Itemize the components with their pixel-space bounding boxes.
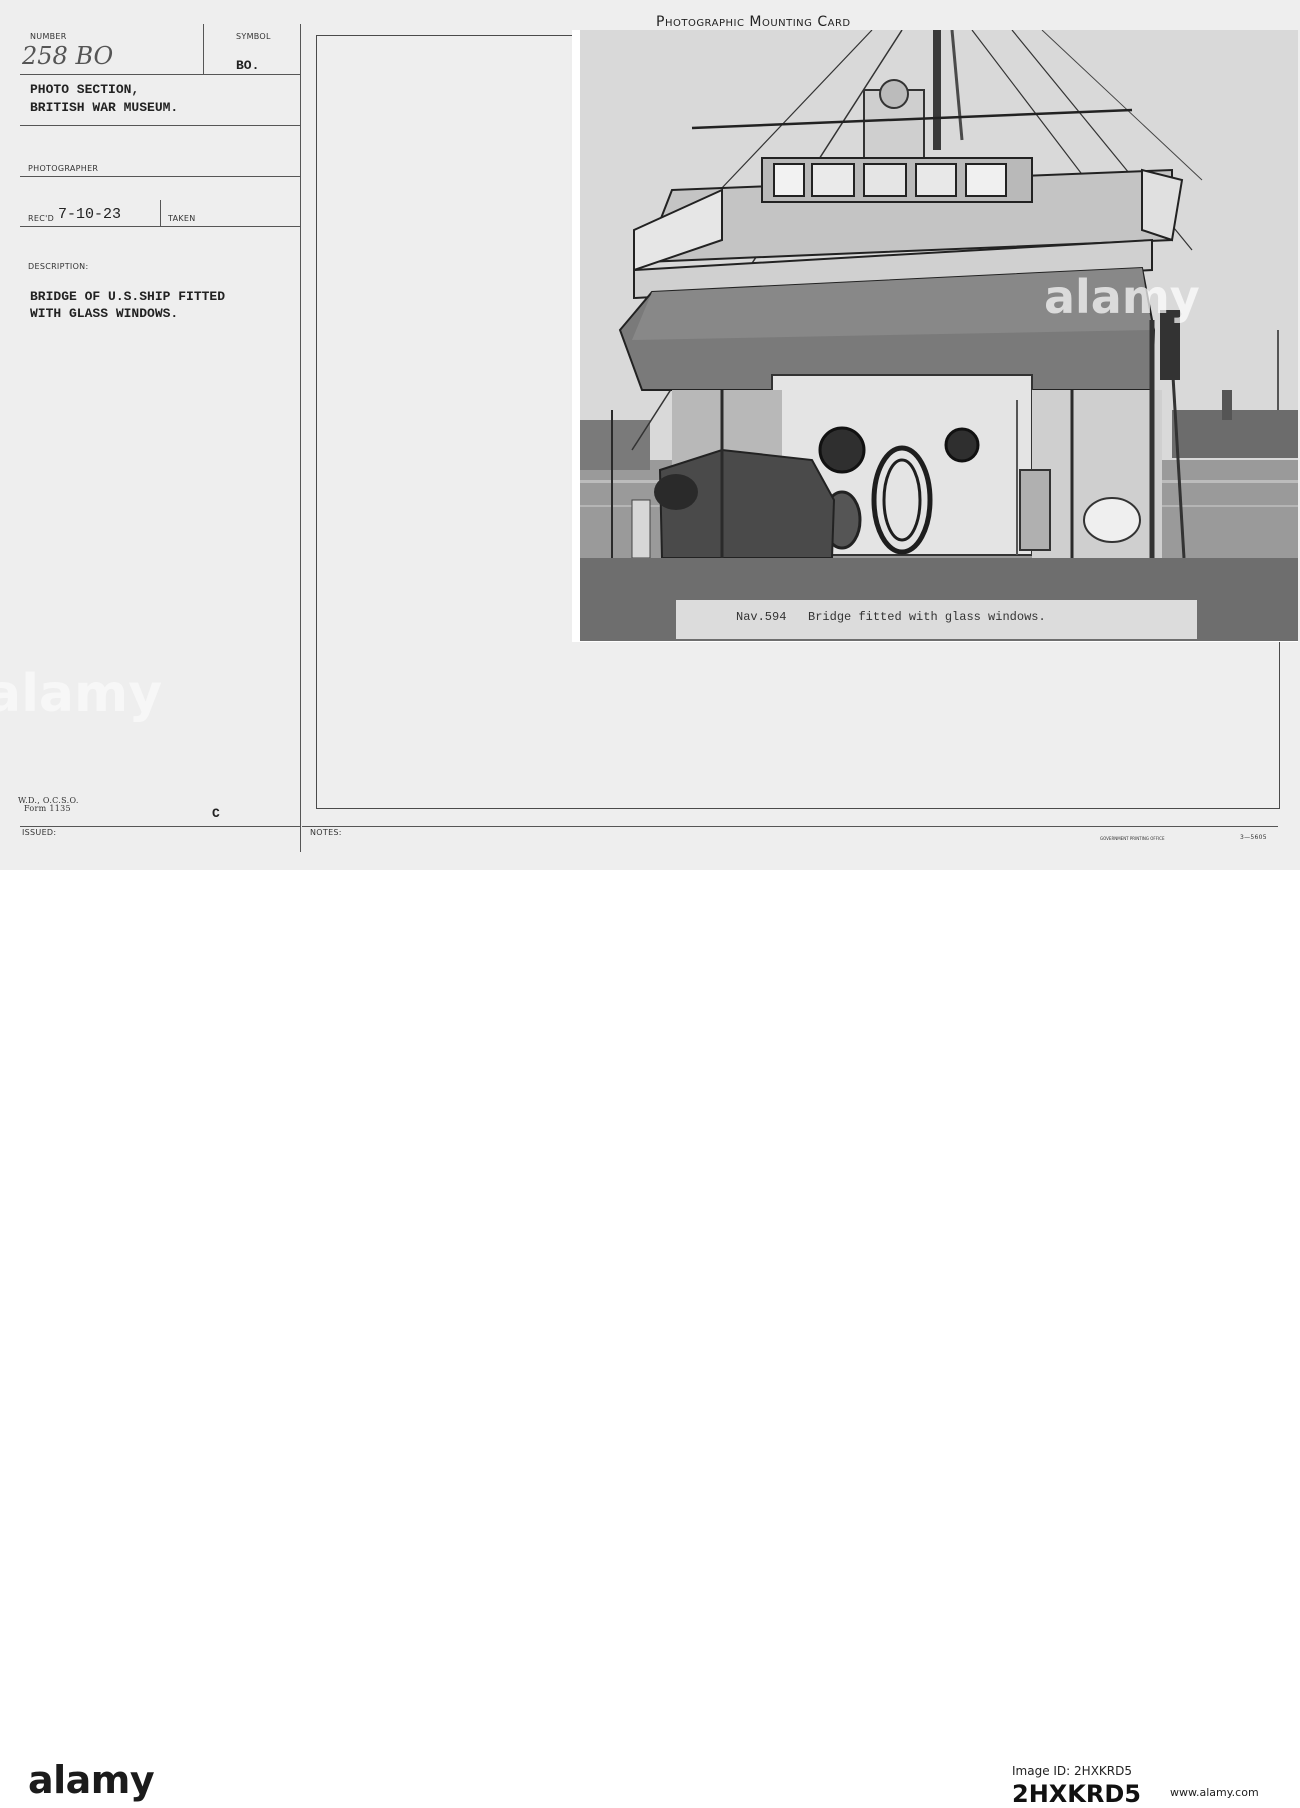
divider-number <box>20 74 301 75</box>
number-value: 258 BO <box>22 42 114 70</box>
divider-section <box>20 125 301 126</box>
section-line-2: BRITISH WAR MUSEUM. <box>30 100 179 115</box>
photographer-label: PHOTOGRAPHER <box>28 164 99 173</box>
image-id-label: Image ID: 2HXKRD5 <box>1012 1764 1132 1778</box>
divider-notes <box>302 826 1278 827</box>
symbol-value: BO. <box>236 58 260 73</box>
recd-taken-divider <box>160 200 161 226</box>
number-label: NUMBER <box>30 32 67 41</box>
description-label: DESCRIPTION: <box>28 262 89 271</box>
stock-footer: alamy Image ID: 2HXKRD5 2HXKRD5 www.alam… <box>0 870 1300 1808</box>
divider-issued <box>20 826 301 827</box>
divider-photographer <box>20 176 301 177</box>
watermark-center: alamy <box>1044 270 1200 324</box>
mark-c: C <box>212 806 220 821</box>
image-id: 2HXKRD5 <box>1012 1780 1141 1808</box>
stock-url[interactable]: www.alamy.com <box>1170 1786 1259 1799</box>
alamy-wordmark: alamy <box>28 1758 155 1802</box>
watermark-left: alamy <box>0 664 163 724</box>
notes-label: NOTES: <box>310 828 342 837</box>
divider-recd <box>20 226 301 227</box>
section-line-1: PHOTO SECTION, <box>30 82 140 97</box>
photo-caption: Nav.594 Bridge fitted with glass windows… <box>676 600 1197 639</box>
issued-label: ISSUED: <box>22 828 57 837</box>
ship-photograph <box>572 30 1298 642</box>
recd-value: 7-10-23 <box>58 206 122 223</box>
printing-office: GOVERNMENT PRINTING OFFICE <box>1100 836 1165 841</box>
number-symbol-divider <box>203 24 204 74</box>
taken-label: TAKEN <box>168 214 196 223</box>
symbol-label: SYMBOL <box>236 32 271 41</box>
recd-label: REC'D <box>28 214 55 223</box>
mounting-card: Photographic Mounting Card NUMBER SYMBOL… <box>0 0 1300 870</box>
caption-number: Nav.594 <box>736 610 787 624</box>
description-line-1: BRIDGE OF U.S.SHIP FITTED <box>30 289 226 304</box>
print-code: 3—5605 <box>1240 834 1267 841</box>
ship-bridge-image <box>572 30 1298 642</box>
form-line-2: Form 1135 <box>24 804 71 813</box>
caption-text: Bridge fitted with glass windows. <box>808 610 1046 624</box>
card-title: Photographic Mounting Card <box>656 14 851 30</box>
column-divider <box>300 24 301 852</box>
description-line-2: WITH GLASS WINDOWS. <box>30 306 179 321</box>
